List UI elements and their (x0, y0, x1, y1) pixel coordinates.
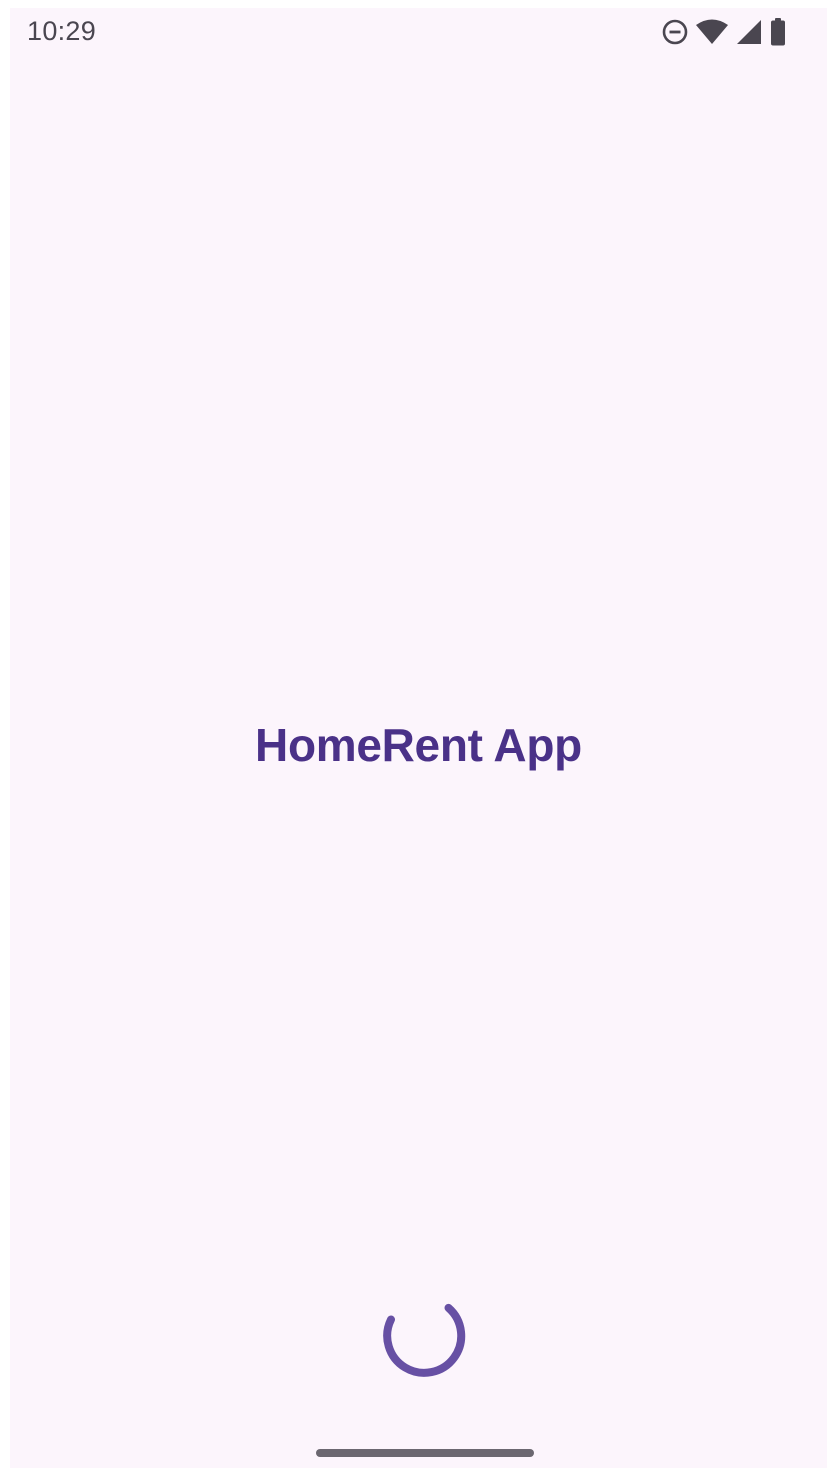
splash-screen: 10:29 HomeRent App (10, 8, 827, 1468)
cell-signal-icon (735, 18, 763, 46)
battery-icon (769, 17, 787, 47)
home-indicator[interactable] (316, 1449, 534, 1457)
do-not-disturb-icon (661, 18, 689, 46)
wifi-icon (695, 18, 729, 46)
status-time: 10:29 (27, 16, 97, 46)
status-bar: 10:29 (10, 8, 827, 56)
status-icons (661, 16, 787, 48)
loading-spinner (382, 1294, 466, 1378)
app-title: HomeRent App (255, 719, 582, 771)
